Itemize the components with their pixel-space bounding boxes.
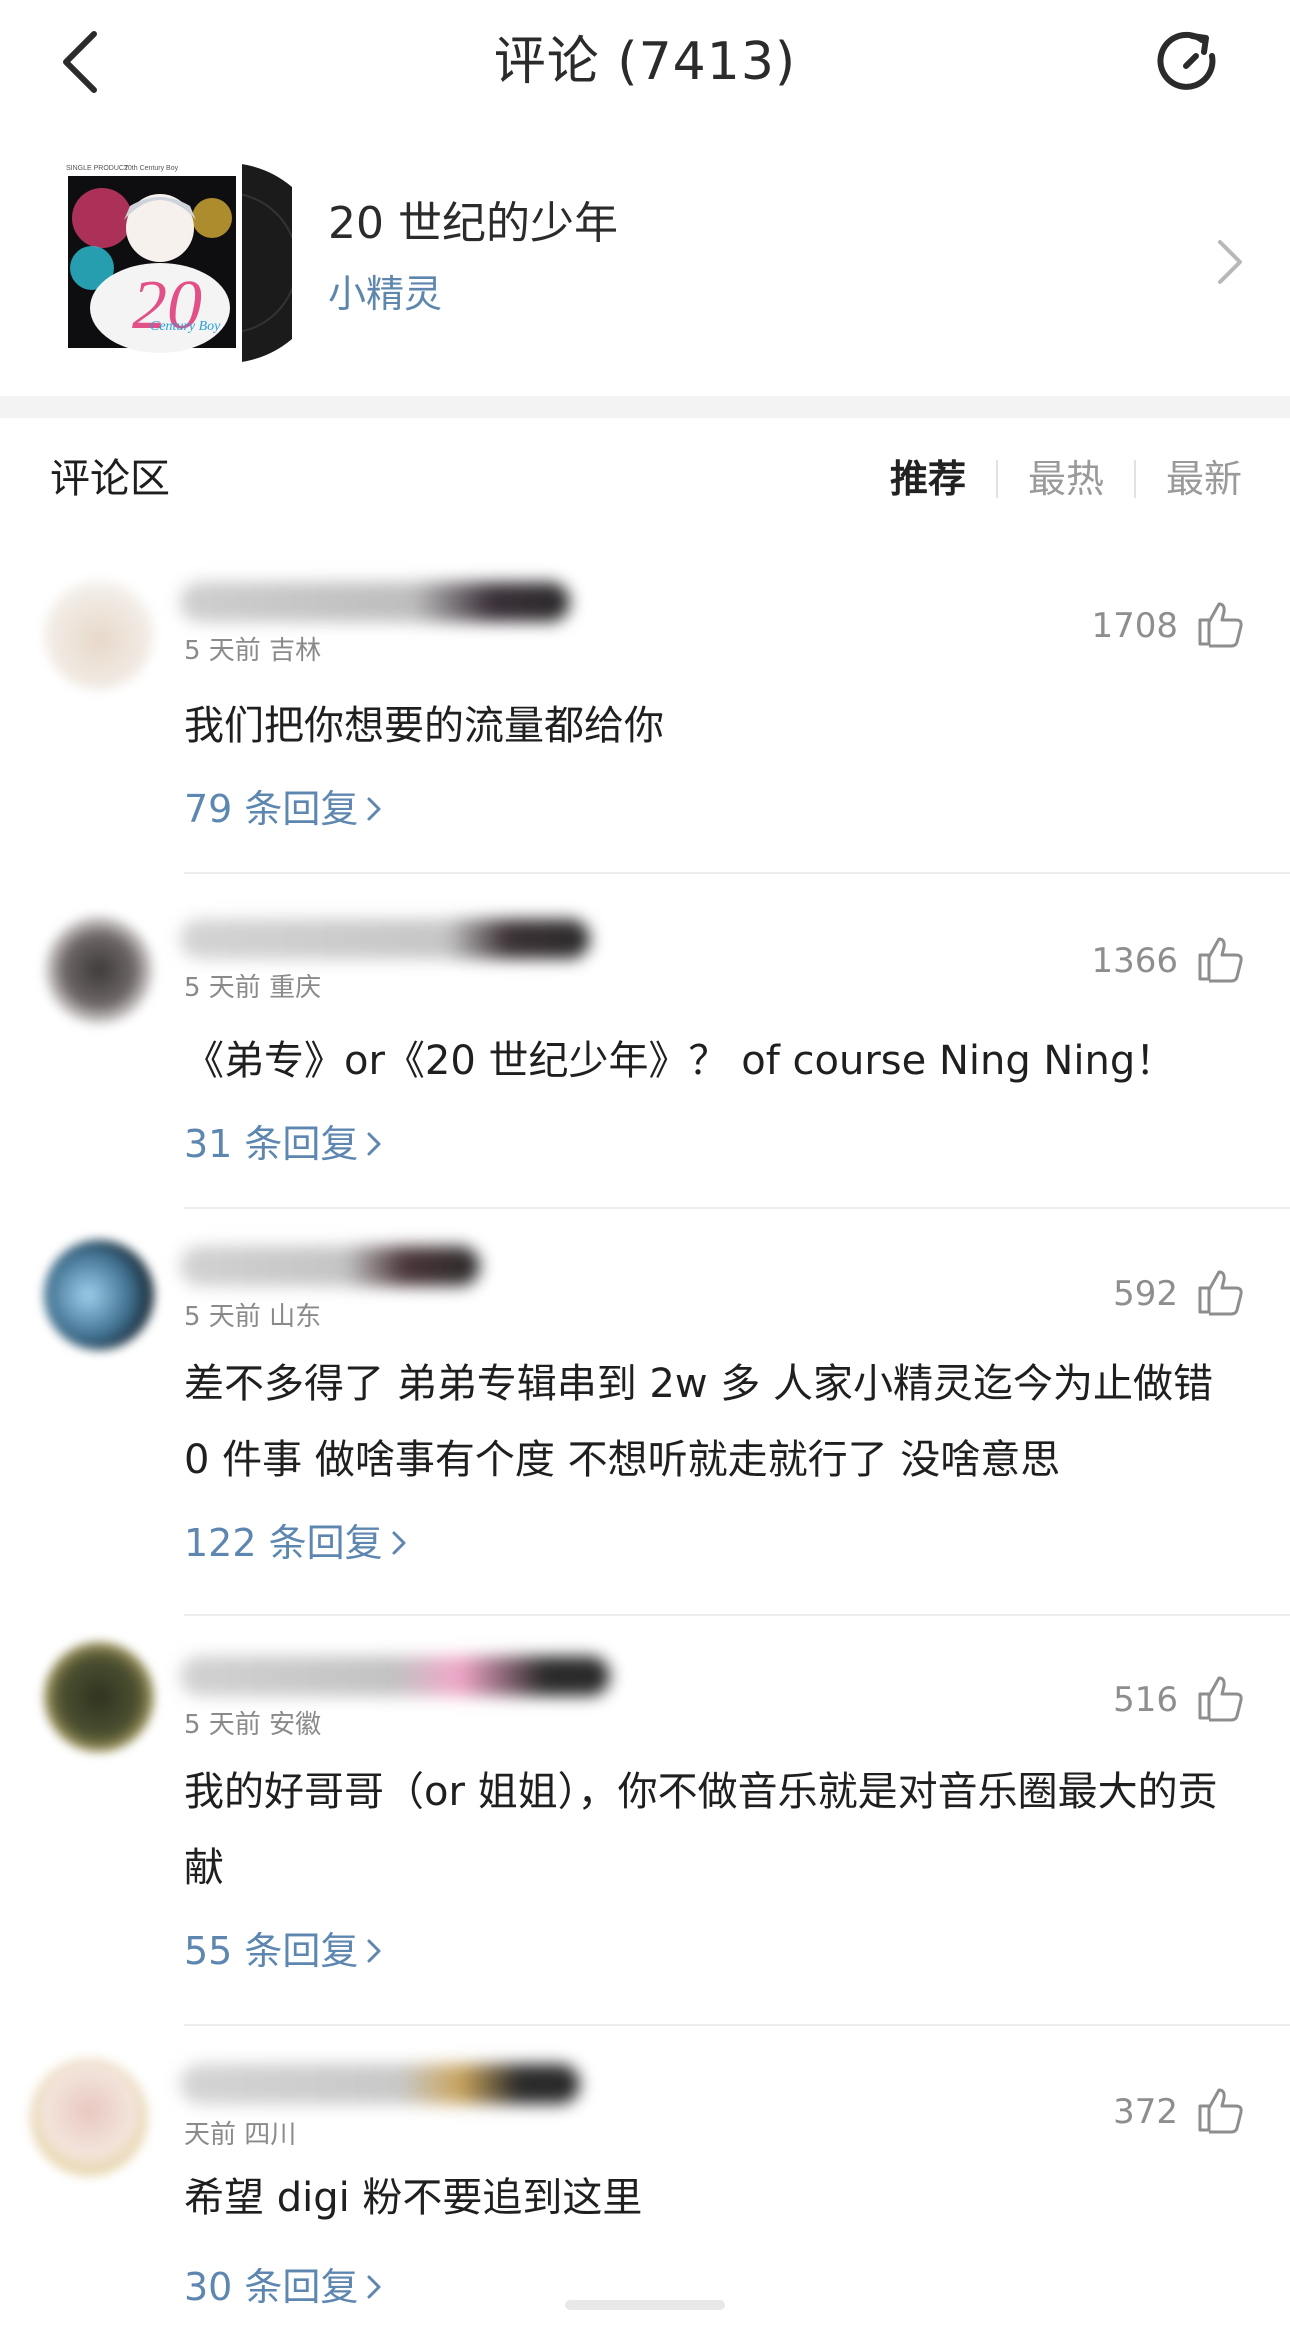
avatar[interactable] bbox=[44, 1240, 154, 1350]
tab-recommended[interactable]: 推荐 bbox=[890, 452, 966, 506]
comment-item: 天前 四川 372 希望 digi 粉不要追到这里 30 条回复 bbox=[0, 2052, 1290, 2336]
comment-text: 差不多得了 弟弟专辑串到 2w 多 人家小精灵迄今为止做错 0 件事 做啥事有个… bbox=[184, 1361, 1214, 1483]
like-count: 372 bbox=[1113, 2092, 1178, 2132]
view-replies-link[interactable]: 55 条回复 bbox=[184, 1926, 384, 1976]
comment-meta: 5 天前 山东 bbox=[184, 1302, 322, 1332]
avatar[interactable] bbox=[30, 2058, 148, 2176]
like-count: 516 bbox=[1113, 1680, 1178, 1720]
username[interactable] bbox=[180, 1656, 610, 1696]
username[interactable] bbox=[180, 2064, 580, 2104]
song-artist[interactable]: 小精灵 bbox=[328, 270, 442, 318]
view-replies-link[interactable]: 122 条回复 bbox=[184, 1518, 409, 1568]
song-detail-button[interactable] bbox=[1212, 236, 1246, 288]
home-indicator bbox=[565, 2300, 725, 2310]
song-title[interactable]: 20 世纪的少年 bbox=[328, 196, 618, 252]
replies-label: 31 条回复 bbox=[184, 1122, 359, 1166]
refresh-icon bbox=[1157, 31, 1216, 90]
thumbs-up-icon[interactable] bbox=[1194, 598, 1246, 650]
tab-hottest[interactable]: 最热 bbox=[1028, 452, 1104, 506]
view-replies-link[interactable]: 79 条回复 bbox=[184, 784, 384, 834]
chevron-right-icon bbox=[367, 797, 381, 821]
avatar[interactable] bbox=[44, 580, 154, 690]
replies-label: 122 条回复 bbox=[184, 1521, 383, 1565]
replies-label: 30 条回复 bbox=[184, 2265, 359, 2309]
comment-item: 5 天前 重庆 1366 《弟专》or《20 世纪少年》？ of course … bbox=[0, 895, 1290, 1210]
like-count: 1708 bbox=[1091, 606, 1178, 646]
section-divider bbox=[0, 396, 1290, 418]
comment-text: 我们把你想要的流量都给你 bbox=[184, 703, 664, 749]
thumbs-up-icon[interactable] bbox=[1194, 1672, 1246, 1724]
comment-text: 希望 digi 粉不要追到这里 bbox=[184, 2175, 643, 2221]
thumbs-up-icon[interactable] bbox=[1194, 1266, 1246, 1318]
tab-divider bbox=[1133, 460, 1136, 498]
svg-text:SINGLE PRODUCT: SINGLE PRODUCT bbox=[66, 165, 129, 172]
svg-text:Century Boy: Century Boy bbox=[150, 319, 221, 334]
comment-separator bbox=[184, 1614, 1290, 1616]
comment-meta: 5 天前 安徽 bbox=[184, 1710, 322, 1740]
avatar[interactable] bbox=[44, 1642, 154, 1752]
like-count: 1366 bbox=[1091, 941, 1178, 981]
comment-text: 我的好哥哥（or 姐姐），你不做音乐就是对音乐圈最大的贡献 bbox=[184, 1769, 1218, 1891]
comment-separator bbox=[184, 2024, 1290, 2026]
refresh-button[interactable] bbox=[1152, 26, 1224, 98]
comment-item: 5 天前 山东 592 差不多得了 弟弟专辑串到 2w 多 人家小精灵迄今为止做… bbox=[0, 1230, 1290, 1620]
avatar[interactable] bbox=[44, 915, 154, 1025]
username[interactable] bbox=[180, 919, 590, 959]
replies-label: 55 条回复 bbox=[184, 1929, 359, 1973]
comment-separator bbox=[184, 1207, 1290, 1209]
replies-label: 79 条回复 bbox=[184, 787, 359, 831]
chevron-right-icon bbox=[367, 1132, 381, 1156]
comment-meta: 5 天前 吉林 bbox=[184, 636, 322, 666]
view-replies-link[interactable]: 30 条回复 bbox=[184, 2262, 384, 2312]
sort-tabs: 推荐 最热 最新 bbox=[890, 452, 1242, 506]
album-cover[interactable]: 20 Century Boy SINGLE PRODUCT 20th Centu… bbox=[62, 158, 327, 368]
chevron-right-icon bbox=[392, 1531, 406, 1555]
username[interactable] bbox=[180, 582, 570, 622]
comment-section-title: 评论区 bbox=[50, 456, 170, 502]
thumbs-up-icon[interactable] bbox=[1194, 933, 1246, 985]
chevron-right-icon bbox=[1218, 240, 1242, 284]
tab-divider bbox=[995, 460, 998, 498]
comment-meta: 5 天前 重庆 bbox=[184, 973, 322, 1003]
like-count: 592 bbox=[1113, 1274, 1178, 1314]
view-replies-link[interactable]: 31 条回复 bbox=[184, 1119, 384, 1169]
comment-item: 5 天前 安徽 516 我的好哥哥（or 姐姐），你不做音乐就是对音乐圈最大的贡… bbox=[0, 1640, 1290, 2030]
page-title: 评论 (7413) bbox=[493, 32, 797, 92]
comment-item: 5 天前 吉林 1708 我们把你想要的流量都给你 79 条回复 bbox=[0, 560, 1290, 875]
tab-newest[interactable]: 最新 bbox=[1166, 452, 1242, 506]
username[interactable] bbox=[180, 1246, 480, 1286]
chevron-right-icon bbox=[367, 1939, 381, 1963]
chevron-right-icon bbox=[367, 2275, 381, 2299]
comment-meta: 天前 四川 bbox=[184, 2120, 297, 2150]
svg-text:20th Century Boy: 20th Century Boy bbox=[124, 165, 179, 172]
comment-separator bbox=[184, 872, 1290, 874]
comment-text: 《弟专》or《20 世纪少年》？ of course Ning Ning！ bbox=[184, 1038, 1176, 1084]
thumbs-up-icon[interactable] bbox=[1194, 2084, 1246, 2136]
